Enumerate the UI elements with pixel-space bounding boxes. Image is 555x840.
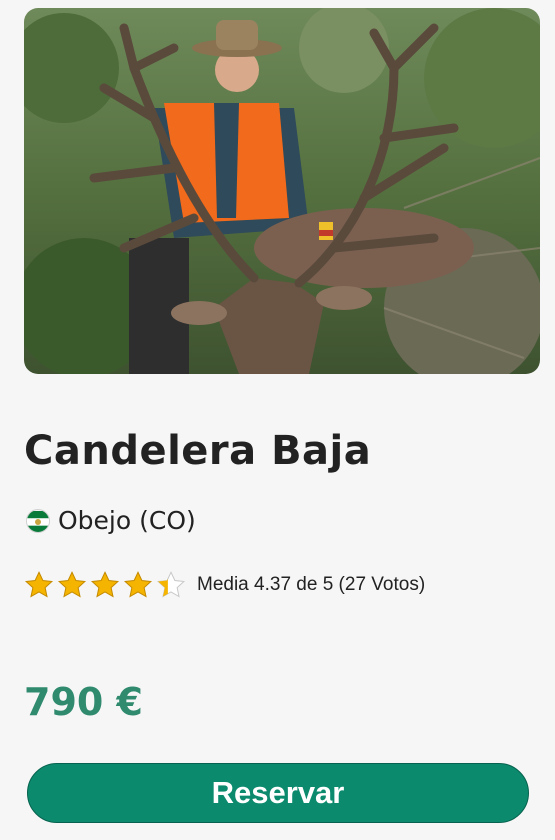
star-full-icon xyxy=(24,571,54,598)
listing-card[interactable]: Candelera Baja Obejo (CO) Media 4.37 de … xyxy=(0,0,555,840)
listing-price: 790 € xyxy=(24,680,143,724)
rating-stars xyxy=(24,570,189,600)
location-text: Obejo (CO) xyxy=(58,506,196,535)
star-full-icon xyxy=(123,571,153,598)
star-full-icon xyxy=(57,571,87,598)
rating-row: Media 4.37 de 5 (27 Votos) xyxy=(24,570,425,600)
star-full-icon xyxy=(90,571,120,598)
listing-location: Obejo (CO) xyxy=(26,506,196,535)
star-partial-icon xyxy=(156,571,186,598)
andalusia-flag-icon xyxy=(26,508,50,533)
listing-title: Candelera Baja xyxy=(24,428,372,474)
rating-summary: Media 4.37 de 5 (27 Votos) xyxy=(197,574,426,595)
reserve-button[interactable]: Reservar xyxy=(27,763,529,823)
listing-photo[interactable] xyxy=(24,8,540,374)
